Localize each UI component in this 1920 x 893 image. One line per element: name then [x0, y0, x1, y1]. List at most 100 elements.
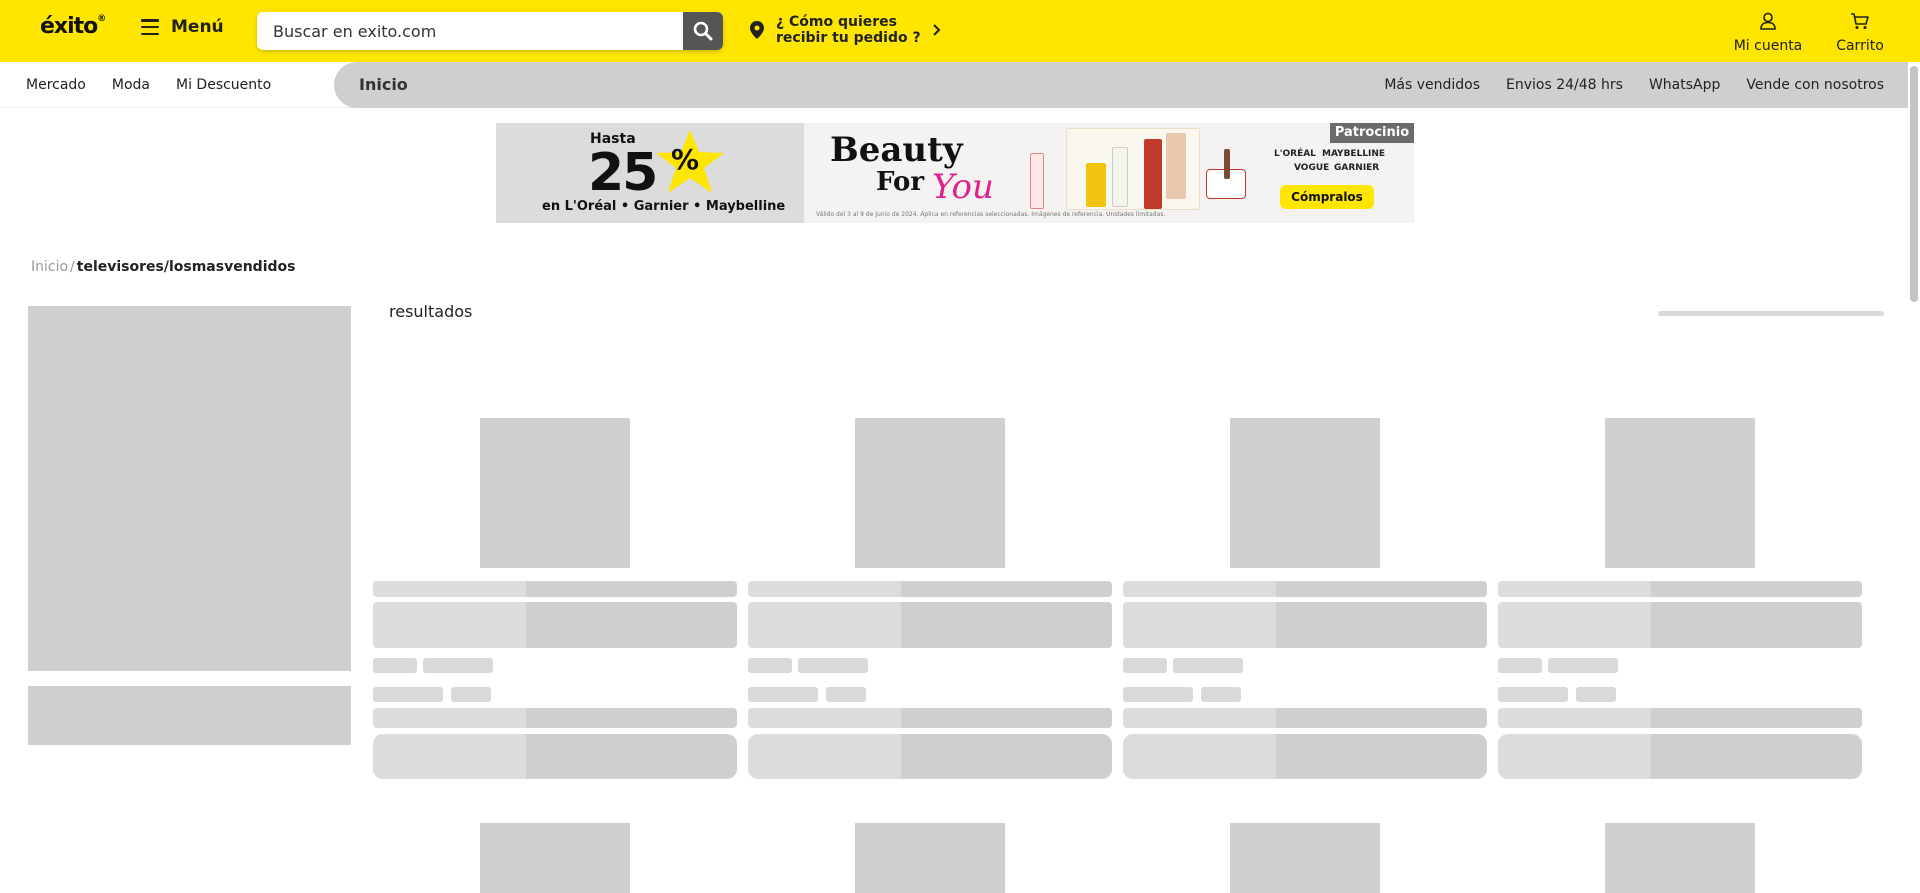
product-image — [1166, 133, 1186, 199]
product-price-placeholder — [1498, 687, 1568, 702]
product-image — [1112, 147, 1128, 207]
sponsored-badge: Patrocinio — [1330, 123, 1414, 143]
nav-item-whatsapp[interactable]: WhatsApp — [1649, 77, 1720, 93]
product-brand-placeholder — [1123, 581, 1487, 597]
menu-label: Menú — [171, 17, 224, 37]
banner-discount-panel: Hasta 25 % en L'Oréal • Garnier • Maybel… — [496, 123, 804, 223]
product-tag-placeholder — [1123, 658, 1167, 673]
logo-text: éxito — [40, 14, 98, 39]
product-tag-placeholder — [1548, 658, 1618, 673]
nav-item-vende-con-nosotros[interactable]: Vende con nosotros — [1746, 77, 1884, 93]
nav-right: Más vendidos Envios 24/48 hrs WhatsApp V… — [1384, 62, 1884, 108]
product-price-placeholder — [373, 687, 443, 702]
filter-sidebar-placeholder — [28, 306, 351, 671]
product-image — [1224, 149, 1230, 179]
product-image-placeholder — [1230, 418, 1380, 568]
breadcrumb: Inicio / televisores/losmasvendidos — [31, 259, 295, 275]
product-tag-placeholder — [423, 658, 493, 673]
product-seller-placeholder — [373, 708, 737, 728]
product-brand-placeholder — [373, 581, 737, 597]
product-image — [1144, 139, 1162, 209]
product-seller-placeholder — [1123, 708, 1487, 728]
delivery-line2: recibir tu pedido ? — [776, 30, 921, 46]
add-to-cart-placeholder — [373, 734, 737, 779]
brand-maybelline: MAYBELLINE — [1322, 149, 1386, 159]
banner-discount: 25 — [588, 143, 658, 203]
product-price-placeholder — [748, 687, 818, 702]
location-pin-icon — [750, 21, 764, 39]
product-price-placeholder — [826, 687, 866, 702]
search-bar — [257, 12, 723, 50]
product-price-placeholder — [1201, 687, 1241, 702]
product-price-placeholder — [1123, 687, 1193, 702]
product-image-placeholder — [480, 823, 630, 893]
cart-button[interactable]: Carrito — [1830, 12, 1890, 54]
breadcrumb-current: televisores/losmasvendidos — [76, 259, 296, 275]
delivery-line1: ¿ Cómo quieres — [776, 14, 897, 30]
cart-label: Carrito — [1836, 38, 1884, 54]
banner-cta-button[interactable]: Cómpralos — [1280, 185, 1374, 209]
delivery-selector[interactable]: ¿ Cómo quieres recibir tu pedido ? — [750, 14, 941, 46]
nav-item-mas-vendidos[interactable]: Más vendidos — [1384, 77, 1480, 93]
nav-item-mi-descuento[interactable]: Mi Descuento — [163, 77, 284, 93]
product-image-placeholder — [480, 418, 630, 568]
product-title-placeholder — [1498, 602, 1862, 648]
page: éxito® Menú ¿ Cómo quieres recibir tu pe… — [0, 0, 1920, 893]
product-tag-placeholder — [1173, 658, 1243, 673]
product-price-placeholder — [1576, 687, 1616, 702]
banner-percent: % — [671, 143, 700, 176]
banner-legal: Válido del 3 al 9 de Junio de 2024. Apli… — [816, 211, 1166, 218]
promo-banner[interactable]: Hasta 25 % en L'Oréal • Garnier • Maybel… — [496, 123, 1414, 223]
top-header: éxito® Menú ¿ Cómo quieres recibir tu pe… — [0, 0, 1920, 62]
cart-icon — [1851, 13, 1869, 29]
product-tag-placeholder — [798, 658, 868, 673]
add-to-cart-placeholder — [1123, 734, 1487, 779]
account-button[interactable]: Mi cuenta — [1728, 12, 1808, 54]
exito-logo[interactable]: éxito® — [40, 14, 106, 39]
product-title-placeholder — [373, 602, 737, 648]
product-title-placeholder — [748, 602, 1112, 648]
banner-beauty: Beauty — [830, 130, 963, 170]
brand-vogue: VOGUE — [1294, 163, 1330, 173]
menu-button[interactable]: Menú — [141, 17, 224, 37]
banner-brands-line: en L'Oréal • Garnier • Maybelline — [542, 199, 786, 214]
search-button[interactable] — [683, 12, 723, 50]
brand-garnier: GARNIER — [1334, 163, 1380, 173]
product-image — [1030, 153, 1044, 209]
nav-left: Mercado Moda Mi Descuento — [0, 62, 284, 108]
brand-loreal: L'ORÉAL — [1274, 149, 1316, 159]
product-image-placeholder — [1605, 418, 1755, 568]
add-to-cart-placeholder — [1498, 734, 1862, 779]
account-label: Mi cuenta — [1733, 38, 1803, 54]
add-to-cart-placeholder — [748, 734, 1112, 779]
product-image — [1086, 163, 1106, 207]
category-nav: Mercado Moda Mi Descuento Inicio Más ven… — [0, 62, 1920, 108]
product-seller-placeholder — [748, 708, 1112, 728]
filter-button-placeholder — [28, 686, 351, 745]
chevron-right-icon — [932, 24, 941, 36]
search-input[interactable] — [257, 12, 683, 50]
tab-inicio-label: Inicio — [359, 75, 408, 94]
product-image-placeholder — [855, 823, 1005, 893]
search-icon — [693, 21, 713, 41]
scrollbar-thumb[interactable] — [1910, 66, 1918, 302]
product-title-placeholder — [1123, 602, 1487, 648]
product-seller-placeholder — [1498, 708, 1862, 728]
banner-for: For — [876, 167, 925, 197]
results-count-label: resultados — [389, 302, 473, 321]
hamburger-icon — [141, 19, 159, 35]
product-image-placeholder — [1230, 823, 1380, 893]
user-icon — [1760, 12, 1776, 30]
banner-you: You — [932, 167, 994, 207]
product-tag-placeholder — [373, 658, 417, 673]
breadcrumb-separator: / — [70, 259, 75, 275]
nav-item-moda[interactable]: Moda — [99, 77, 163, 93]
product-brand-placeholder — [748, 581, 1112, 597]
product-image-placeholder — [1605, 823, 1755, 893]
product-image-placeholder — [855, 418, 1005, 568]
breadcrumb-home[interactable]: Inicio — [31, 259, 68, 275]
nav-item-mercado[interactable]: Mercado — [0, 77, 99, 93]
nav-item-envios[interactable]: Envios 24/48 hrs — [1506, 77, 1623, 93]
product-tag-placeholder — [1498, 658, 1542, 673]
delivery-text: ¿ Cómo quieres recibir tu pedido ? — [776, 14, 921, 46]
